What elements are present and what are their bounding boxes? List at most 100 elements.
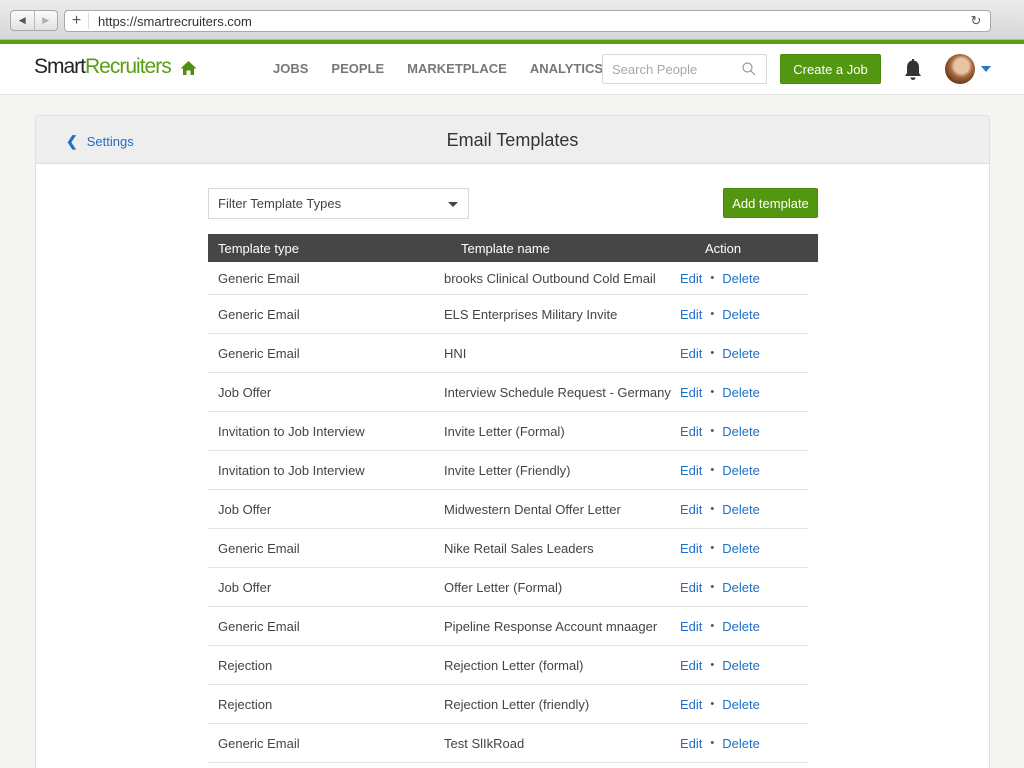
action-cell: Edit • Delete — [680, 697, 760, 712]
action-cell: Edit • Delete — [680, 502, 760, 517]
delete-link[interactable]: Delete — [722, 463, 760, 478]
delete-link[interactable]: Delete — [722, 271, 760, 286]
template-type-cell: Rejection — [218, 696, 273, 712]
nav-people[interactable]: PEOPLE — [331, 61, 384, 76]
templates-table: Template type Template name Action Gener… — [208, 234, 818, 763]
chevron-down-icon[interactable] — [981, 66, 991, 72]
delete-link[interactable]: Delete — [722, 541, 760, 556]
column-header-name: Template name — [461, 240, 550, 256]
table-row: Generic Email HNI Edit • Delete — [208, 334, 808, 373]
edit-link[interactable]: Edit — [680, 619, 702, 634]
delete-link[interactable]: Delete — [722, 424, 760, 439]
action-cell: Edit • Delete — [680, 580, 760, 595]
table-row: Generic Email Nike Retail Sales Leaders … — [208, 529, 808, 568]
action-cell: Edit • Delete — [680, 736, 760, 751]
filter-template-types-select[interactable]: Filter Template Types — [208, 188, 469, 219]
template-name-cell: Midwestern Dental Offer Letter — [444, 501, 621, 517]
app-header: SmartRecruiters JOBS PEOPLE MARKETPLACE … — [0, 44, 1024, 95]
separator-dot: • — [710, 386, 715, 398]
edit-link[interactable]: Edit — [680, 271, 702, 286]
delete-link[interactable]: Delete — [722, 385, 760, 400]
search-people-input[interactable] — [603, 55, 733, 83]
separator-dot: • — [710, 347, 715, 359]
template-name-cell: brooks Clinical Outbound Cold Email — [444, 270, 656, 286]
template-type-cell: Job Offer — [218, 384, 272, 400]
template-name-cell: Pipeline Response Account mnaager — [444, 618, 658, 634]
template-type-cell: Rejection — [218, 657, 273, 673]
action-cell: Edit • Delete — [680, 541, 760, 556]
table-row: Invitation to Job Interview Invite Lette… — [208, 412, 808, 451]
address-bar[interactable]: + https://smartrecruiters.com ↻ — [64, 10, 991, 32]
separator-dot: • — [710, 581, 715, 593]
template-type-cell: Job Offer — [218, 579, 272, 595]
edit-link[interactable]: Edit — [680, 424, 702, 439]
edit-link[interactable]: Edit — [680, 697, 702, 712]
search-icon[interactable] — [742, 62, 756, 76]
edit-link[interactable]: Edit — [680, 307, 702, 322]
new-tab-icon[interactable]: + — [65, 13, 89, 29]
separator-dot: • — [710, 503, 715, 515]
edit-link[interactable]: Edit — [680, 502, 702, 517]
nav-marketplace[interactable]: MARKETPLACE — [407, 61, 507, 76]
edit-link[interactable]: Edit — [680, 385, 702, 400]
template-name-cell: Interview Schedule Request - Germany — [444, 384, 671, 400]
separator-dot: • — [710, 737, 715, 749]
nav-jobs[interactable]: JOBS — [273, 61, 308, 76]
reload-icon[interactable]: ↻ — [962, 13, 990, 29]
template-type-cell: Generic Email — [218, 306, 300, 322]
delete-link[interactable]: Delete — [722, 307, 760, 322]
user-avatar[interactable] — [945, 54, 975, 84]
edit-link[interactable]: Edit — [680, 346, 702, 361]
table-row: Generic Email ELS Enterprises Military I… — [208, 295, 808, 334]
edit-link[interactable]: Edit — [680, 736, 702, 751]
search-box — [602, 54, 767, 84]
logo-smart: Smart — [34, 55, 86, 78]
delete-link[interactable]: Delete — [722, 619, 760, 634]
template-name-cell: Rejection Letter (formal) — [444, 657, 584, 673]
table-body: Generic Email brooks Clinical Outbound C… — [208, 262, 818, 763]
home-icon[interactable] — [180, 60, 197, 76]
table-row: Job Offer Interview Schedule Request - G… — [208, 373, 808, 412]
template-type-cell: Job Offer — [218, 501, 272, 517]
delete-link[interactable]: Delete — [722, 697, 760, 712]
table-row: Generic Email Test SlIkRoad Edit • Delet… — [208, 724, 808, 763]
history-buttons: ◀ ▶ — [10, 10, 58, 31]
create-job-button[interactable]: Create a Job — [780, 54, 881, 84]
separator-dot: • — [710, 464, 715, 476]
main-nav: JOBS PEOPLE MARKETPLACE ANALYTICS — [273, 61, 626, 76]
back-arrow-icon[interactable]: ◀ — [11, 11, 35, 30]
table-row: Invitation to Job Interview Invite Lette… — [208, 451, 808, 490]
separator-dot: • — [710, 698, 715, 710]
page-title: Email Templates — [446, 130, 579, 150]
template-name-cell: Invite Letter (Formal) — [444, 423, 565, 439]
column-header-type: Template type — [218, 240, 299, 256]
action-cell: Edit • Delete — [680, 658, 760, 673]
separator-dot: • — [710, 425, 715, 437]
template-name-cell: ELS Enterprises Military Invite — [444, 306, 618, 322]
delete-link[interactable]: Delete — [722, 580, 760, 595]
edit-link[interactable]: Edit — [680, 658, 702, 673]
bell-icon[interactable] — [903, 59, 923, 81]
forward-arrow-icon[interactable]: ▶ — [35, 11, 58, 30]
template-type-cell: Invitation to Job Interview — [218, 462, 365, 478]
add-template-button[interactable]: Add template — [723, 188, 818, 218]
separator-dot: • — [710, 308, 715, 320]
delete-link[interactable]: Delete — [722, 736, 760, 751]
separator-dot: • — [710, 542, 715, 554]
edit-link[interactable]: Edit — [680, 463, 702, 478]
template-type-cell: Invitation to Job Interview — [218, 423, 365, 439]
template-type-cell: Generic Email — [218, 618, 300, 634]
template-name-cell: Nike Retail Sales Leaders — [444, 540, 594, 556]
delete-link[interactable]: Delete — [722, 346, 760, 361]
logo[interactable]: SmartRecruiters — [34, 55, 172, 79]
action-cell: Edit • Delete — [680, 619, 760, 634]
delete-link[interactable]: Delete — [722, 502, 760, 517]
template-name-cell: Invite Letter (Friendly) — [444, 462, 571, 478]
url-text[interactable]: https://smartrecruiters.com — [89, 14, 962, 29]
edit-link[interactable]: Edit — [680, 541, 702, 556]
nav-analytics[interactable]: ANALYTICS — [530, 61, 603, 76]
action-cell: Edit • Delete — [680, 463, 760, 478]
template-type-cell: Generic Email — [218, 270, 300, 286]
edit-link[interactable]: Edit — [680, 580, 702, 595]
delete-link[interactable]: Delete — [722, 658, 760, 673]
